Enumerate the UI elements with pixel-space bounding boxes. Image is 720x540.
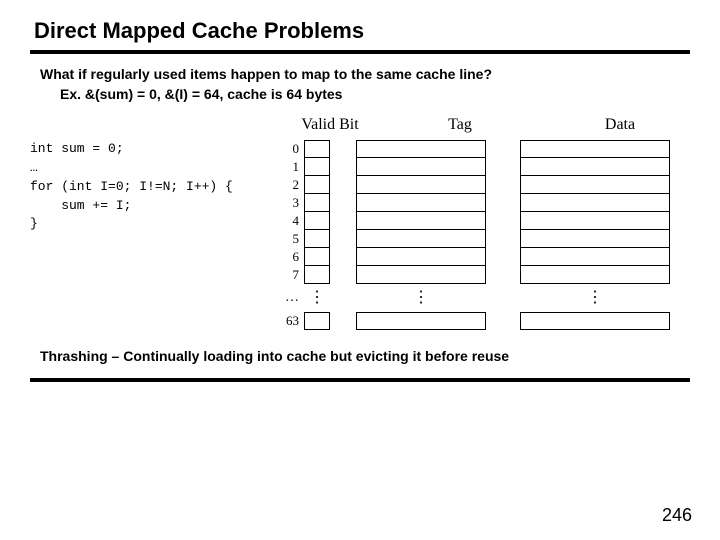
valid-cell bbox=[304, 312, 330, 330]
tag-cell bbox=[356, 211, 486, 231]
valid-cell bbox=[304, 265, 330, 285]
cache-row: 6 bbox=[280, 248, 700, 266]
code-line: sum += I; bbox=[30, 198, 131, 213]
code-line: … bbox=[30, 160, 38, 175]
row-index: 0 bbox=[280, 140, 304, 158]
data-cell bbox=[520, 265, 670, 285]
subhead-question: What if regularly used items happen to m… bbox=[40, 66, 690, 82]
code-line: int sum = 0; bbox=[30, 141, 124, 156]
code-line: for (int I=0; I!=N; I++) { bbox=[30, 179, 233, 194]
valid-cell bbox=[304, 211, 330, 231]
row-index: 63 bbox=[280, 312, 304, 330]
cache-row: 0 bbox=[280, 140, 700, 158]
rule-bottom bbox=[30, 378, 690, 382]
cache-rows: 0 1 2 3 4 5 6 7 … 63 bbox=[280, 140, 700, 330]
header-data: Data bbox=[540, 116, 700, 134]
rule-top bbox=[30, 50, 690, 54]
valid-cell bbox=[304, 175, 330, 195]
tag-cell bbox=[356, 140, 486, 158]
code-block: int sum = 0; … for (int I=0; I!=N; I++) … bbox=[30, 140, 280, 234]
cache-row: 5 bbox=[280, 230, 700, 248]
valid-cell bbox=[304, 157, 330, 177]
valid-cell bbox=[304, 247, 330, 267]
valid-cell bbox=[304, 193, 330, 213]
row-index: 1 bbox=[280, 158, 304, 176]
tag-cell bbox=[356, 175, 486, 195]
vdots-icon bbox=[520, 288, 670, 308]
data-cell bbox=[520, 175, 670, 195]
data-cell bbox=[520, 312, 670, 330]
cache-row: 2 bbox=[280, 176, 700, 194]
data-cell bbox=[520, 193, 670, 213]
tag-cell bbox=[356, 247, 486, 267]
cache-row: 3 bbox=[280, 194, 700, 212]
row-index: 6 bbox=[280, 248, 304, 266]
ellipsis-row: … bbox=[280, 284, 700, 312]
header-valid: Valid Bit bbox=[280, 116, 380, 134]
row-index: 7 bbox=[280, 266, 304, 284]
data-cell bbox=[520, 211, 670, 231]
page-title: Direct Mapped Cache Problems bbox=[34, 18, 690, 44]
code-line: } bbox=[30, 216, 38, 231]
valid-cell bbox=[304, 140, 330, 158]
cache-row: 63 bbox=[280, 312, 700, 330]
valid-cell bbox=[304, 229, 330, 249]
subhead-example: Ex. &(sum) = 0, &(I) = 64, cache is 64 b… bbox=[60, 86, 690, 102]
tag-cell bbox=[356, 312, 486, 330]
cache-row: 1 bbox=[280, 158, 700, 176]
cache-row: 4 bbox=[280, 212, 700, 230]
data-cell bbox=[520, 247, 670, 267]
row-index: 3 bbox=[280, 194, 304, 212]
tag-cell bbox=[356, 193, 486, 213]
tag-cell bbox=[356, 265, 486, 285]
data-cell bbox=[520, 229, 670, 249]
row-index: 2 bbox=[280, 176, 304, 194]
cache-row: 7 bbox=[280, 266, 700, 284]
data-cell bbox=[520, 140, 670, 158]
vdots-icon bbox=[356, 288, 486, 308]
vdots-icon bbox=[304, 288, 330, 308]
row-index: 4 bbox=[280, 212, 304, 230]
tag-cell bbox=[356, 229, 486, 249]
header-tag: Tag bbox=[380, 116, 540, 134]
cache-diagram: Valid Bit Tag Data 0 1 2 3 4 5 6 7 … bbox=[280, 116, 700, 330]
data-cell bbox=[520, 157, 670, 177]
page-number: 246 bbox=[662, 505, 692, 526]
ellipsis-idx: … bbox=[280, 290, 304, 306]
thrashing-definition: Thrashing – Continually loading into cac… bbox=[40, 348, 690, 364]
row-index: 5 bbox=[280, 230, 304, 248]
tag-cell bbox=[356, 157, 486, 177]
